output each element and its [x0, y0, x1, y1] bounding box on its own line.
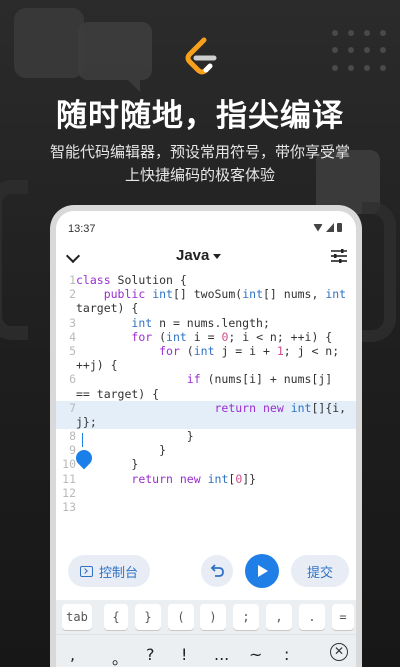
symbol-key[interactable]: tab: [62, 604, 92, 630]
code-text: return new int[]{i,: [214, 400, 347, 415]
wifi-icon: [313, 223, 323, 232]
ime-punctuation-key[interactable]: !: [181, 645, 187, 664]
symbol-key[interactable]: }: [135, 604, 161, 630]
code-line[interactable]: 13: [56, 500, 356, 514]
code-line[interactable]: 12: [56, 486, 356, 500]
line-number: 6: [69, 372, 76, 387]
ime-punctuation-key[interactable]: 。: [112, 645, 128, 667]
background-dot-grid: [332, 30, 388, 74]
code-line[interactable]: 5 for (int j = i + 1; j < n;: [56, 344, 356, 358]
code-line[interactable]: 4 for (int i = 0; i < n; ++i) {: [56, 330, 356, 344]
promo-headline: 随时随地，指尖编译: [56, 98, 344, 134]
ime-punctuation-key[interactable]: ?: [146, 645, 155, 664]
leetcode-logo-icon: [178, 36, 222, 80]
symbol-key[interactable]: .: [299, 604, 325, 630]
ime-punctuation-bar: ✕ , 。?!... ~:: [56, 634, 356, 667]
code-text: j};: [76, 414, 97, 429]
ime-punctuation-key[interactable]: ...: [214, 645, 229, 664]
console-button[interactable]: 控制台: [68, 555, 150, 587]
background-chat-bubble: [78, 22, 152, 92]
submit-button[interactable]: 提交: [291, 555, 349, 587]
code-line[interactable]: 1 class Solution {: [56, 273, 356, 287]
line-number: 9: [69, 443, 76, 458]
line-number: 7: [69, 400, 76, 415]
symbol-key[interactable]: {: [104, 604, 128, 630]
line-number: 3: [69, 315, 76, 330]
code-line[interactable]: == target) {: [56, 387, 356, 401]
code-text: if (nums[i] + nums[j]: [186, 372, 333, 387]
code-text: return new int[0]}: [131, 471, 257, 486]
play-icon: [258, 565, 268, 577]
line-number: 13: [62, 500, 76, 514]
code-text: class Solution {: [76, 273, 187, 287]
line-number: 11: [62, 471, 76, 486]
submit-label: 提交: [306, 565, 333, 581]
code-text: public int[] twoSum(int[] nums, int: [103, 287, 347, 302]
language-label: Java: [176, 247, 210, 264]
code-text: target) {: [76, 301, 139, 316]
caret-down-icon: [213, 253, 222, 259]
line-number: 1: [69, 273, 76, 287]
code-text: for (int i = 0; i < n; ++i) {: [131, 329, 333, 344]
code-line[interactable]: 2 public int[] twoSum(int[] nums, int: [56, 287, 356, 301]
ime-punctuation-key[interactable]: ,: [70, 645, 75, 664]
code-line[interactable]: 8 }: [56, 429, 356, 443]
code-line[interactable]: target) {: [56, 301, 356, 315]
run-button[interactable]: [245, 554, 279, 588]
code-editor[interactable]: 1 class Solution {2 public int[] twoSum(i…: [56, 273, 356, 553]
background-square: [14, 8, 84, 78]
line-number: 4: [69, 329, 76, 344]
language-selector[interactable]: Java: [176, 247, 222, 264]
status-bar: 13:37: [68, 223, 346, 237]
code-line[interactable]: 6 if (nums[i] + nums[j]: [56, 372, 356, 386]
code-line[interactable]: 3 int n = nums.length;: [56, 316, 356, 330]
code-line[interactable]: j};: [56, 414, 356, 430]
symbol-key[interactable]: =: [332, 604, 354, 630]
code-text: ++j) {: [76, 358, 118, 373]
close-circle-icon[interactable]: ✕: [330, 643, 348, 661]
symbol-key-bar: tab {} ();,. =: [56, 600, 356, 634]
tune-icon[interactable]: [330, 248, 348, 264]
symbol-key[interactable]: (: [168, 604, 194, 630]
code-text: for (int j = i + 1; j < n;: [159, 343, 340, 358]
status-time: 13:37: [68, 223, 96, 235]
line-number: 5: [69, 343, 76, 358]
editor-toolbar: Java: [56, 243, 356, 273]
console-label: 控制台: [98, 565, 138, 581]
phone-mockup: 13:37 Java 1 class Solution {2 public i…: [50, 205, 362, 667]
code-line[interactable]: ++j) {: [56, 358, 356, 372]
phone-screen: 13:37 Java 1 class Solution {2 public i…: [56, 211, 356, 667]
signal-icon: [326, 223, 334, 232]
ime-punctuation-key[interactable]: ~: [249, 645, 262, 664]
undo-button[interactable]: [201, 555, 233, 587]
editor-actions: 控制台 提交: [56, 554, 356, 591]
code-text: int n = nums.length;: [131, 315, 270, 330]
background-bracket-left: [0, 180, 28, 340]
terminal-icon: [79, 565, 93, 577]
code-text: }: [76, 429, 194, 444]
line-number: 8: [69, 429, 76, 444]
background-bracket-right: [362, 202, 396, 342]
chevron-down-icon[interactable]: [65, 248, 81, 264]
symbol-key[interactable]: ): [200, 604, 226, 630]
text-cursor: [82, 433, 83, 447]
code-line[interactable]: 10 }: [56, 457, 356, 471]
symbol-key[interactable]: ;: [233, 604, 259, 630]
promo-subline-2: 上快捷编码的极客体验: [124, 166, 275, 184]
code-text: == target) {: [76, 386, 160, 401]
line-number: 2: [69, 287, 76, 302]
line-number: 12: [62, 485, 76, 500]
promo-subline-1: 智能代码编辑器，预设常用符号，带你享受掌: [49, 143, 350, 161]
code-line[interactable]: 11 return new int[0]}: [56, 472, 356, 486]
code-line[interactable]: 9 }: [56, 443, 356, 457]
undo-icon: [210, 564, 224, 577]
line-number: 10: [62, 457, 76, 472]
symbol-key[interactable]: ,: [266, 604, 292, 630]
code-line[interactable]: 7 return new int[]{i,: [56, 400, 356, 415]
battery-icon: [337, 223, 342, 232]
ime-punctuation-key[interactable]: :: [284, 645, 289, 664]
